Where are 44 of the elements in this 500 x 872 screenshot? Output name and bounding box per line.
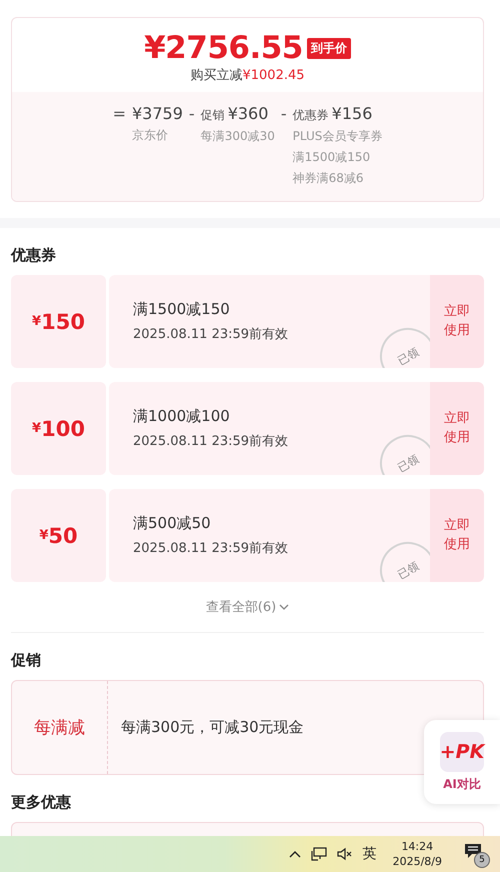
coupon-amount: ¥50 (11, 489, 106, 582)
breakdown-amount: ¥156 (332, 104, 372, 123)
final-price: ¥2756.55 (144, 30, 303, 66)
breakdown-note: 每满300减30 (200, 128, 275, 145)
promotion-type: 每满减 (12, 681, 108, 774)
breakdown-amount: ¥360 (228, 104, 268, 123)
operator: = (112, 104, 126, 125)
pk-icon: +PK (440, 732, 484, 772)
clock[interactable]: 14:24 2025/8/9 (392, 838, 442, 870)
section-title: 更多优惠 (11, 793, 71, 812)
breakdown-label: 优惠券 (292, 107, 329, 124)
network-icon[interactable] (310, 847, 327, 861)
section-title: 优惠券 (11, 246, 56, 265)
chevron-up-icon[interactable] (288, 850, 301, 858)
coupon-validity: 2025.08.11 23:59前有效 (133, 433, 290, 450)
operator: - (188, 104, 195, 125)
coupon-amount: ¥100 (11, 382, 106, 475)
breakdown-amount: ¥3759 (132, 104, 183, 123)
ai-compare-button[interactable]: +PK AI对比 (424, 720, 500, 804)
coupon-condition: 满1000减100 (133, 407, 231, 426)
coupon-validity: 2025.08.11 23:59前有效 (133, 540, 290, 557)
promotion-description: 每满300元，可减30元现金 (120, 717, 304, 738)
breakdown-note: 满1500减150 (292, 149, 372, 166)
chevron-down-icon (279, 604, 290, 610)
breakdown-note: PLUS会员专享券 (292, 128, 382, 145)
view-all-link[interactable]: 查看全部(6) (204, 596, 292, 618)
breakdown-note: 京东价 (132, 127, 169, 144)
use-now-button[interactable]: 立即使用 (430, 489, 484, 582)
input-method-indicator[interactable]: 英 (362, 845, 377, 863)
breakdown-note: 神券满68减6 (292, 170, 365, 187)
muted-speaker-icon[interactable] (336, 847, 353, 861)
section-title: 促销 (11, 651, 41, 670)
coupon-validity: 2025.08.11 23:59前有效 (133, 326, 290, 343)
ai-compare-label: AI对比 (443, 776, 481, 792)
breakdown-label: 促销 (200, 107, 225, 124)
use-now-button[interactable]: 立即使用 (430, 382, 484, 475)
use-now-button[interactable]: 立即使用 (430, 275, 484, 368)
price-badge: 到手价 (306, 38, 351, 58)
coupon-condition: 满500减50 (133, 514, 212, 533)
notification-badge: 5 (474, 852, 490, 868)
operator: - (280, 104, 287, 125)
coupon-condition: 满1500减150 (133, 300, 231, 319)
coupon-amount: ¥150 (11, 275, 106, 368)
saving-text: 购买立减¥1002.45 (190, 67, 305, 84)
